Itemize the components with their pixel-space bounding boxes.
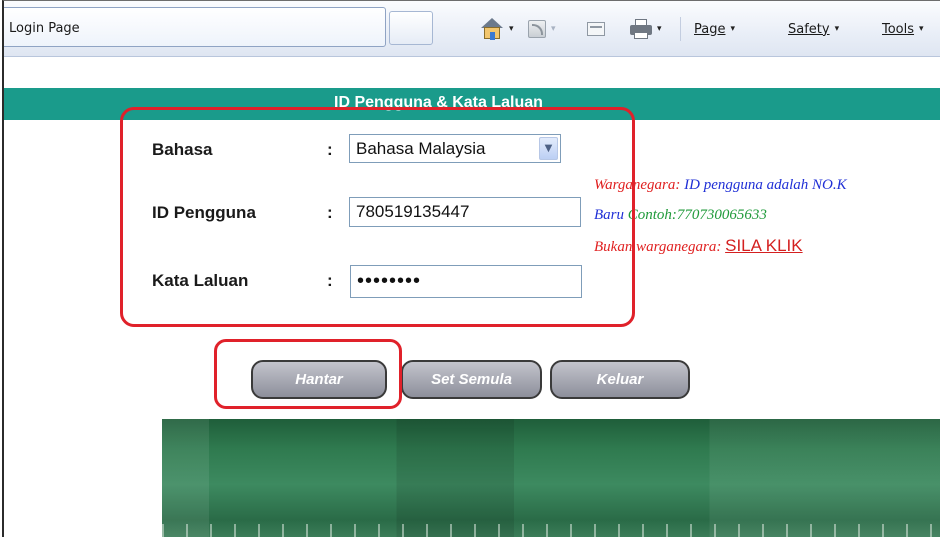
home-button[interactable]: ▾ xyxy=(480,1,514,57)
safety-menu-caret: ▾ xyxy=(834,24,840,34)
banner-image xyxy=(162,419,940,537)
example-note-text: Contoh:770730065633 xyxy=(627,207,767,223)
print-button[interactable]: ▾ xyxy=(630,1,662,57)
browser-tab[interactable]: Login Page xyxy=(4,7,386,47)
feeds-button[interactable]: ▾ xyxy=(528,1,556,57)
tools-menu[interactable]: Tools ▾ xyxy=(882,1,924,57)
safety-menu[interactable]: Safety ▾ xyxy=(788,1,839,57)
submit-highlight-box xyxy=(214,339,402,409)
toolbar-separator xyxy=(680,17,681,41)
feeds-icon xyxy=(528,20,546,38)
exit-button[interactable]: Keluar xyxy=(550,360,690,399)
home-dropdown-caret[interactable]: ▾ xyxy=(509,24,514,34)
feeds-dropdown-caret[interactable]: ▾ xyxy=(551,24,556,34)
home-icon xyxy=(480,18,504,40)
page-menu-caret: ▾ xyxy=(730,24,736,34)
print-icon xyxy=(630,19,652,39)
print-dropdown-caret[interactable]: ▾ xyxy=(657,24,662,34)
page-menu-label: Page xyxy=(694,21,726,37)
tab-title: Login Page xyxy=(9,21,80,36)
browser-window: Login Page ▾ ▾ ▾ Page ▾ Safety ▾ Tools ▾… xyxy=(2,0,940,537)
citizen-note-text: ID pengguna adalah NO.K xyxy=(684,177,847,193)
browser-toolbar: Login Page ▾ ▾ ▾ Page ▾ Safety ▾ Tools ▾ xyxy=(4,1,940,57)
reset-button[interactable]: Set Semula xyxy=(401,360,542,399)
safety-menu-label: Safety xyxy=(788,21,830,37)
read-mail-button[interactable] xyxy=(587,1,605,57)
page-menu[interactable]: Page ▾ xyxy=(694,1,735,57)
tools-menu-caret: ▾ xyxy=(919,24,924,34)
form-highlight-box xyxy=(120,107,635,327)
sila-klik-link[interactable]: SILA KLIK xyxy=(725,236,803,255)
read-mail-icon xyxy=(587,22,605,36)
new-tab-button[interactable] xyxy=(389,11,433,45)
tools-menu-label: Tools xyxy=(882,21,915,37)
